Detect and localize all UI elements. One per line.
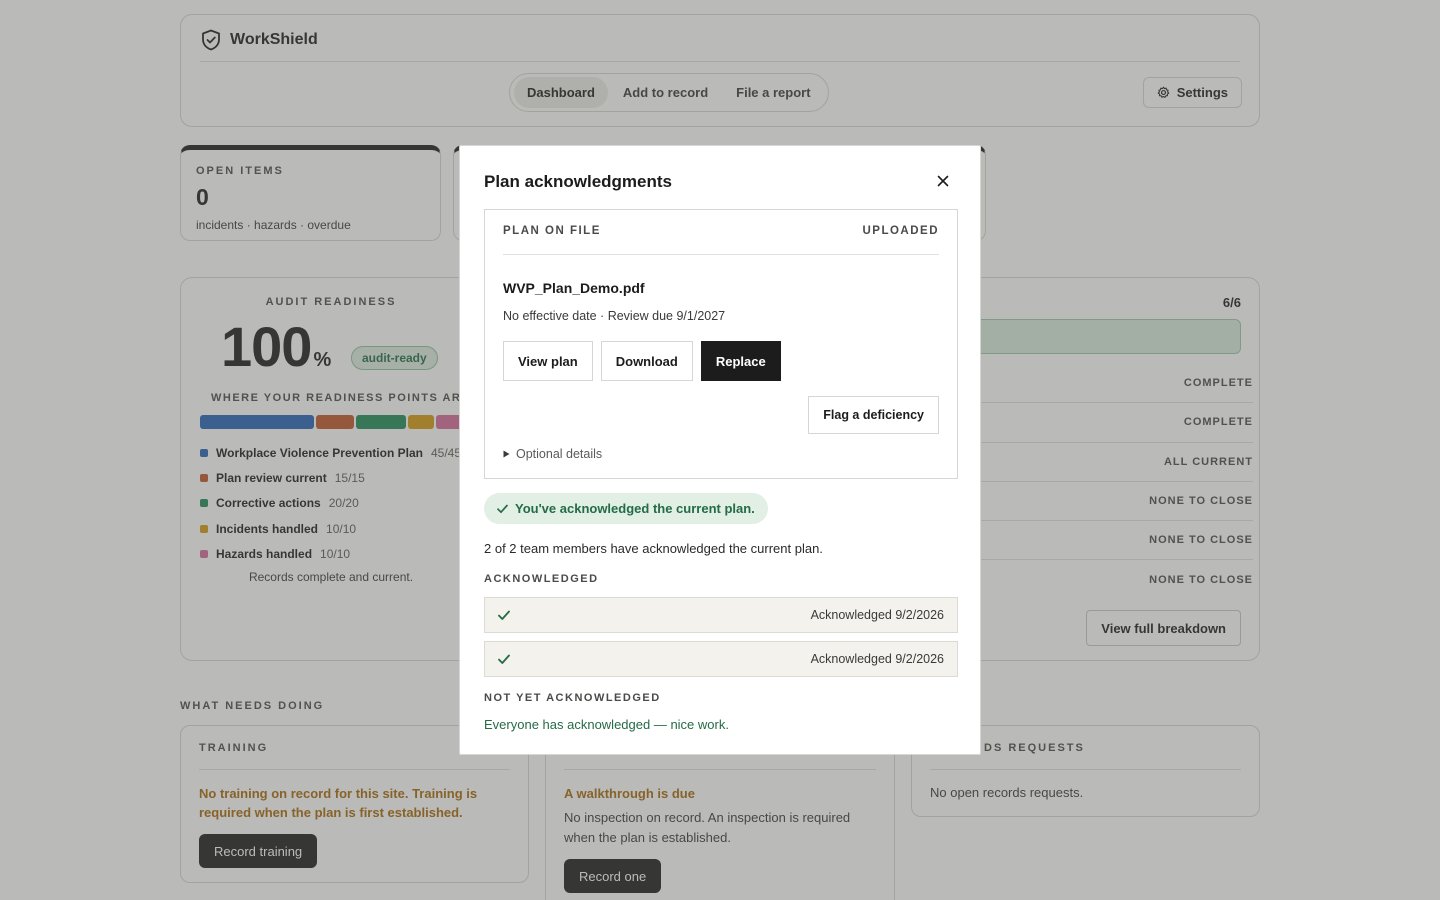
- plan-on-file-box: PLAN ON FILE UPLOADED WVP_Plan_Demo.pdf …: [484, 209, 958, 479]
- close-icon[interactable]: [936, 174, 950, 188]
- view-plan-button[interactable]: View plan: [503, 341, 593, 381]
- acknowledgment-count: 2 of 2 team members have acknowledged th…: [484, 541, 823, 556]
- download-button[interactable]: Download: [600, 341, 693, 381]
- acknowledged-date: Acknowledged 9/2/2026: [810, 608, 944, 622]
- acknowledged-row: Acknowledged 9/2/2026: [484, 641, 958, 677]
- not-yet-acknowledged-label: NOT YET ACKNOWLEDGED: [484, 692, 661, 704]
- plan-actions: View plan Download Replace: [503, 341, 781, 381]
- plan-status: UPLOADED: [862, 225, 939, 237]
- check-icon: [498, 654, 510, 664]
- modal-title: Plan acknowledgments: [484, 172, 672, 191]
- acknowledged-date: Acknowledged 9/2/2026: [810, 652, 944, 666]
- replace-button[interactable]: Replace: [700, 341, 781, 381]
- acknowledged-status-text: You've acknowledged the current plan.: [515, 501, 755, 516]
- plan-on-file-label: PLAN ON FILE: [503, 225, 601, 237]
- optional-details-label: Optional details: [516, 447, 603, 461]
- caret-right-icon: [503, 450, 510, 458]
- everyone-acknowledged-text: Everyone has acknowledged — nice work.: [484, 717, 729, 732]
- optional-details-toggle[interactable]: Optional details: [503, 447, 602, 461]
- acknowledged-row: Acknowledged 9/2/2026: [484, 597, 958, 633]
- plan-meta: No effective date · Review due 9/1/2027: [503, 309, 726, 323]
- app-background: WorkShield Dashboard Add to record File …: [0, 0, 1440, 900]
- check-icon: [497, 504, 508, 513]
- plan-box-header: PLAN ON FILE UPLOADED: [503, 225, 939, 237]
- flag-deficiency-button[interactable]: Flag a deficiency: [808, 396, 939, 434]
- acknowledged-section-label: ACKNOWLEDGED: [484, 573, 599, 585]
- plan-box-divider: [503, 254, 939, 255]
- check-icon: [498, 610, 510, 620]
- plan-acknowledgments-modal: Plan acknowledgments PLAN ON FILE UPLOAD…: [459, 145, 981, 755]
- acknowledged-status-pill: You've acknowledged the current plan.: [484, 493, 768, 524]
- plan-file-name: WVP_Plan_Demo.pdf: [503, 280, 645, 296]
